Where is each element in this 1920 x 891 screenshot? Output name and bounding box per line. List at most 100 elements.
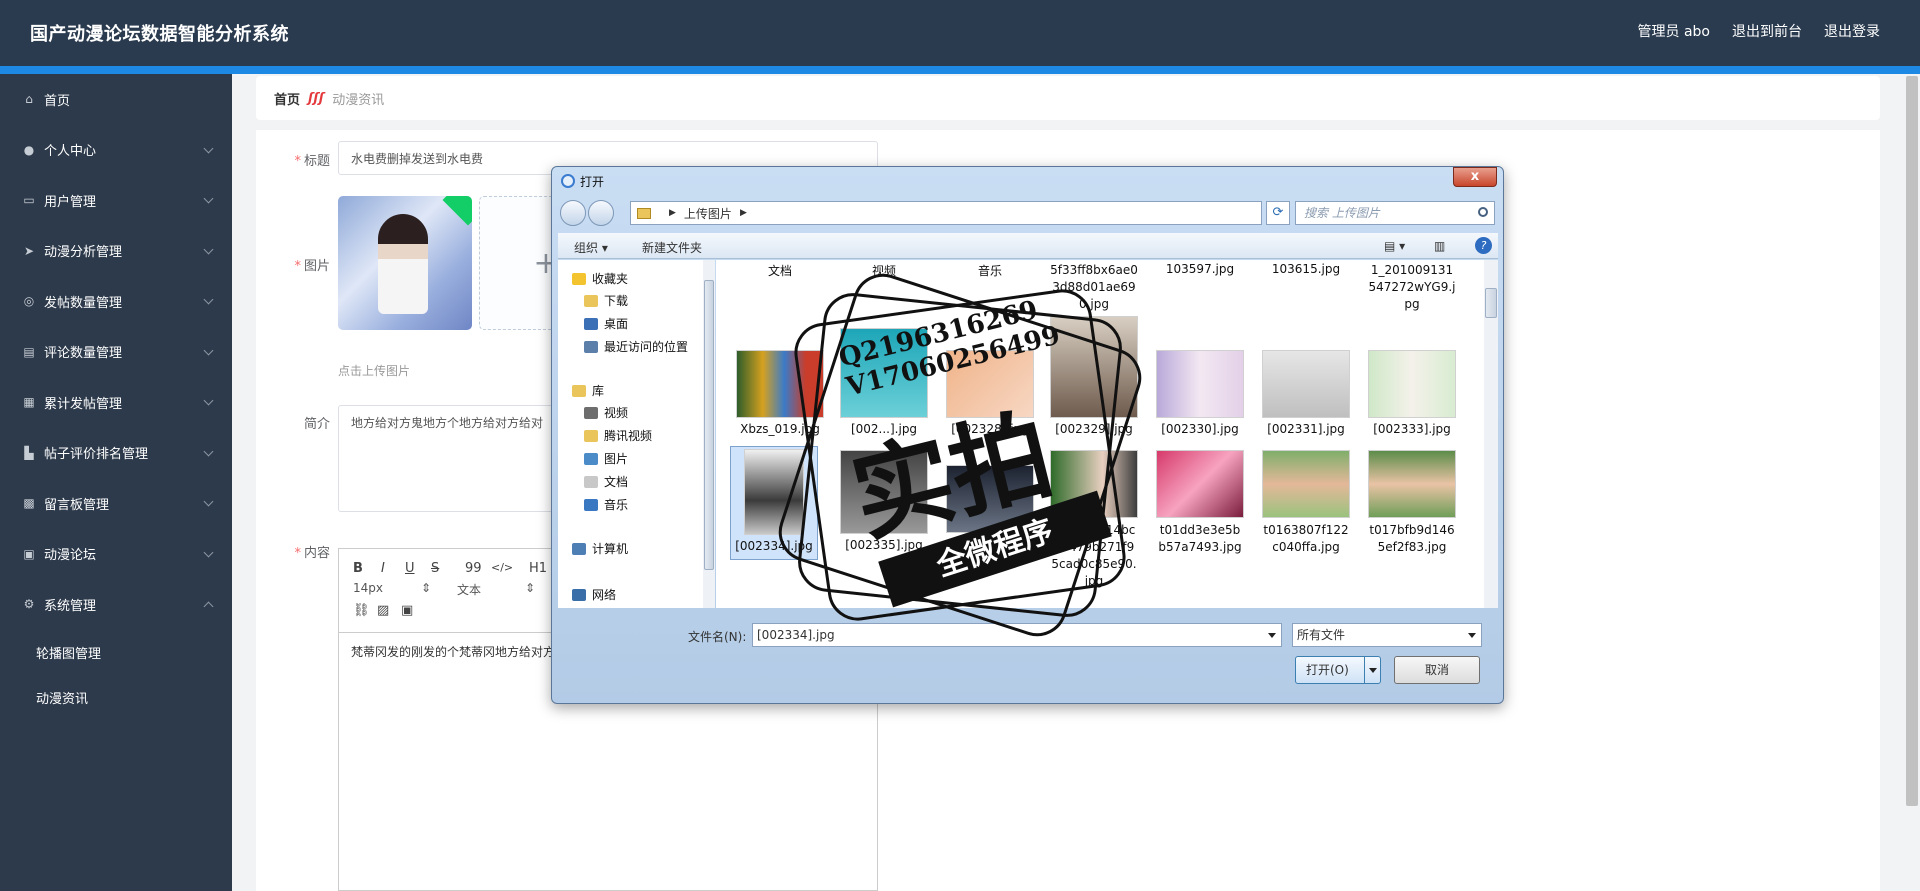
organize-menu[interactable]: 组织 ▾ xyxy=(574,239,608,256)
bold-button[interactable]: B xyxy=(353,561,363,576)
view-icon[interactable]: ▤ ▾ xyxy=(1384,239,1405,253)
breadcrumb-home[interactable]: 首页 xyxy=(274,89,300,108)
back-arrow-icon[interactable] xyxy=(560,200,586,226)
dropdown-arrow-icon[interactable] xyxy=(1364,657,1380,683)
nav-favorites[interactable]: 收藏夹 xyxy=(572,270,628,287)
file-item[interactable]: [002330].jpg xyxy=(1156,350,1244,436)
page-scrollbar[interactable] xyxy=(1906,76,1918,806)
nav-pictures[interactable]: 图片 xyxy=(584,450,628,467)
sidebar-item-system[interactable]: ⚙ 系统管理 xyxy=(0,579,232,630)
upload-tip: 点击上传图片 xyxy=(338,364,411,378)
nav-videos[interactable]: 视频 xyxy=(584,404,628,421)
nav-music[interactable]: 音乐 xyxy=(584,496,628,513)
sidebar-subitem-anime-news[interactable]: 动漫资讯 xyxy=(0,675,232,720)
image-thumbnail xyxy=(1262,450,1350,518)
file-item[interactable]: 音乐 xyxy=(946,262,1034,279)
nav-desktop[interactable]: 桌面 xyxy=(584,315,628,332)
underline-button[interactable]: U xyxy=(405,561,415,576)
file-item[interactable]: t0163807f122c040ffa.jpg xyxy=(1262,450,1350,556)
breadcrumb: 首页 ʃʃʃ 动漫资讯 xyxy=(256,76,1880,120)
file-item[interactable]: [002328].jpg xyxy=(946,350,1034,436)
file-item[interactable]: 视频 xyxy=(840,262,928,279)
file-item[interactable]: t01dd3e3e5bb57a7493.jpg xyxy=(1156,450,1244,556)
chevron-right-icon: ▶ xyxy=(739,208,747,218)
video-icon[interactable]: ▣ xyxy=(401,603,413,618)
downloads-icon xyxy=(584,294,598,307)
navigation-pane: 收藏夹 下载 桌面 最近访问的位置 库 视频 腾讯视频 图片 文档 音乐 计算机… xyxy=(558,260,715,608)
help-icon[interactable]: ? xyxy=(1475,237,1492,254)
sidebar-item-personal[interactable]: ● 个人中心 xyxy=(0,125,232,176)
uploaded-image-thumbnail[interactable] xyxy=(338,196,472,330)
file-list-scrollbar[interactable] xyxy=(1484,260,1498,608)
sidebar-item-anime-forum[interactable]: ▣ 动漫论坛 xyxy=(0,529,232,580)
nav-scrollbar[interactable] xyxy=(703,260,715,608)
sidebar-item-cumulative-posts[interactable]: ▦ 累计发帖管理 xyxy=(0,377,232,428)
strike-button[interactable]: S xyxy=(431,561,439,576)
logout-link[interactable]: 退出登录 xyxy=(1824,21,1880,41)
sidebar-item-anime-analysis[interactable]: ➤ 动漫分析管理 xyxy=(0,226,232,277)
file-item[interactable]: 103597.jpg xyxy=(1156,262,1244,276)
admin-user-link[interactable]: 管理员 abo xyxy=(1638,21,1710,41)
preview-pane-icon[interactable]: ▥ xyxy=(1434,239,1445,253)
factory-icon: ▙ xyxy=(24,445,34,460)
desktop-icon xyxy=(584,317,598,330)
file-item[interactable]: [002331].jpg xyxy=(1262,350,1350,436)
chevron-down-icon xyxy=(203,294,214,305)
sidebar-item-comment-count[interactable]: ▤ 评论数量管理 xyxy=(0,327,232,378)
new-folder-button[interactable]: 新建文件夹 xyxy=(642,239,702,256)
nav-tencent-video[interactable]: 腾讯视频 xyxy=(584,427,652,444)
file-item[interactable]: 5f33ff8bx6ae03d88d01ae690.jpg xyxy=(1050,262,1138,313)
search-input[interactable]: 搜索 上传图片 xyxy=(1295,201,1495,225)
open-button[interactable]: 打开(O) xyxy=(1295,656,1381,684)
file-item[interactable]: [002333].jpg xyxy=(1368,350,1456,436)
nav-libraries[interactable]: 库 xyxy=(572,382,604,399)
sidebar-item-home[interactable]: ⌂ 首页 xyxy=(0,74,232,125)
quote-button[interactable]: 99 xyxy=(465,561,482,576)
forward-arrow-icon[interactable] xyxy=(588,200,614,226)
image-thumbnail xyxy=(1050,316,1138,418)
file-item[interactable]: [002336].jpg xyxy=(946,465,1034,551)
file-item[interactable]: [002...].jpg xyxy=(840,328,928,436)
nav-network[interactable]: 网络 xyxy=(572,586,616,603)
dialog-close-button[interactable]: x xyxy=(1453,167,1497,187)
file-type-select[interactable]: 所有文件 xyxy=(1292,623,1482,647)
nav-recent[interactable]: 最近访问的位置 xyxy=(584,338,688,355)
file-item[interactable]: 103615.jpg xyxy=(1262,262,1350,276)
file-item[interactable]: 文档 xyxy=(736,262,824,279)
code-button[interactable]: </> xyxy=(491,561,513,574)
text-type-select[interactable]: 文本 xyxy=(457,581,481,598)
file-item[interactable]: 1a8d36d14bc75479b271f95cad0c85e90.jpg xyxy=(1050,450,1138,590)
star-icon xyxy=(572,272,586,285)
nav-downloads[interactable]: 下载 xyxy=(584,292,628,309)
italic-button[interactable]: I xyxy=(381,561,385,576)
file-item-selected[interactable]: [002334].jpg xyxy=(730,446,818,560)
font-size-select[interactable]: 14px xyxy=(353,581,383,595)
sidebar-subitem-carousel[interactable]: 轮播图管理 xyxy=(0,630,232,675)
file-item[interactable]: t017bfb9d1465ef2f83.jpg xyxy=(1368,450,1456,556)
address-bar[interactable]: ▶ 上传图片 ▶ xyxy=(630,201,1262,225)
chevron-down-icon xyxy=(203,193,214,204)
content-label: * 内容 xyxy=(294,546,330,561)
chevron-down-icon xyxy=(203,244,214,254)
heading-button[interactable]: H1 xyxy=(529,561,547,576)
nav-computer[interactable]: 计算机 xyxy=(572,540,628,557)
filename-input[interactable]: [002334].jpg xyxy=(752,623,1282,647)
sidebar-item-post-count[interactable]: ◎ 发帖数量管理 xyxy=(0,276,232,327)
link-icon[interactable]: ⛓ xyxy=(353,603,370,618)
file-item[interactable]: [002329].jpg xyxy=(1050,316,1138,436)
command-bar: 组织 ▾ 新建文件夹 ▤ ▾ ▥ ? xyxy=(558,233,1498,259)
file-item[interactable]: Xbzs_019.jpg xyxy=(736,350,824,436)
cancel-button[interactable]: 取消 xyxy=(1394,656,1480,684)
back-to-frontend-link[interactable]: 退出到前台 xyxy=(1732,21,1802,41)
file-item[interactable]: [002335].jpg xyxy=(840,450,928,552)
image-thumbnail xyxy=(1262,350,1350,418)
sidebar-item-post-ranking[interactable]: ▙ 帖子评价排名管理 xyxy=(0,428,232,479)
image-icon[interactable]: ▨ xyxy=(377,603,389,618)
chevron-down-icon xyxy=(203,143,214,153)
file-item[interactable]: 1_201009131547272wYG9.jpg xyxy=(1368,262,1456,313)
nav-documents[interactable]: 文档 xyxy=(584,473,628,490)
sidebar-item-message-board[interactable]: ▩ 留言板管理 xyxy=(0,478,232,529)
sidebar-item-users[interactable]: ▭ 用户管理 xyxy=(0,175,232,226)
refresh-icon[interactable]: ⟳ xyxy=(1266,201,1290,225)
home-icon: ⌂ xyxy=(25,92,33,107)
